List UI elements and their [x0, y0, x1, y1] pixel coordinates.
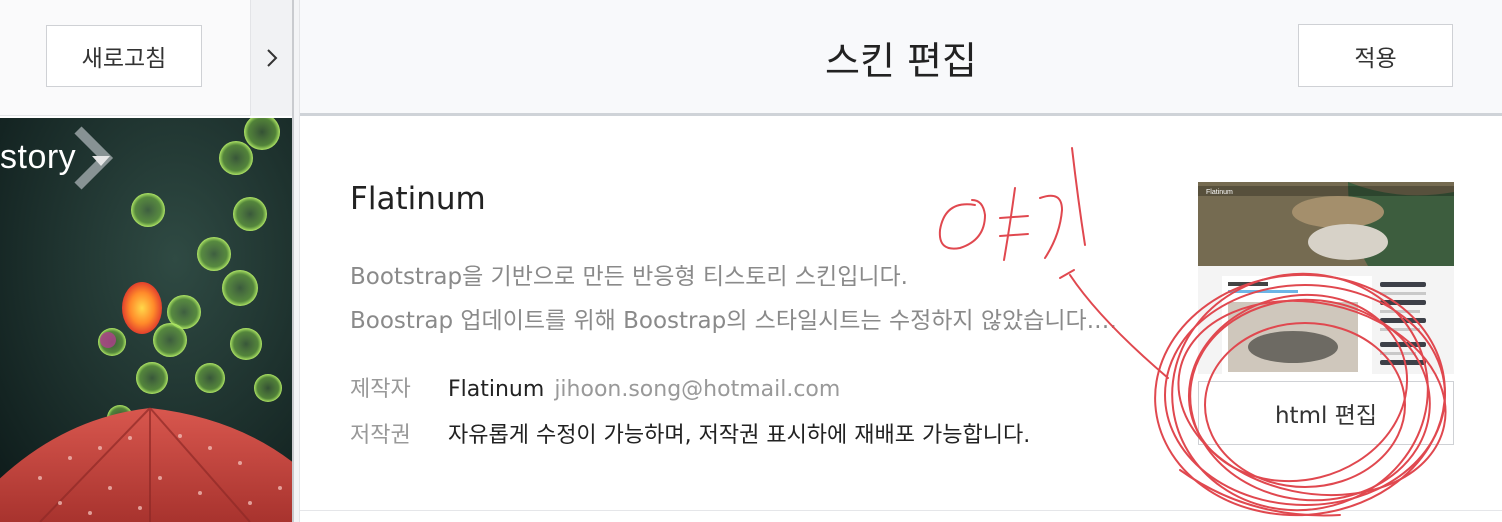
author-label: 제작자 [350, 377, 411, 402]
preview-background-image [0, 118, 292, 522]
svg-text:Flatinum: Flatinum [1206, 189, 1233, 196]
copyright-row: 저작권 자유롭게 수정이 가능하며, 저작권 표시하에 재배포 가능합니다. [350, 417, 1030, 449]
current-skin-card: Flatinum Bootstrap을 기반으로 만든 반응형 티스토리 스킨입… [300, 119, 1502, 511]
chevron-right-icon [266, 49, 277, 67]
refresh-button[interactable]: 새로고침 [46, 25, 202, 87]
author-name: Flatinum [448, 377, 545, 402]
preview-panel: 새로고침 story [0, 0, 292, 522]
collapse-panel-button[interactable] [250, 0, 292, 116]
editor-header: 스킨 편집 적용 [300, 0, 1502, 116]
skin-description-line: Bootstrap을 기반으로 만든 반응형 티스토리 스킨입니다. [350, 264, 908, 290]
preview-blog-logo[interactable]: story [0, 138, 76, 177]
skin-thumbnail: Flatinum [1198, 182, 1454, 374]
skin-thumbnail-image: Flatinum [1198, 182, 1454, 374]
blog-preview[interactable]: story [0, 118, 292, 522]
skin-editor-panel: 스킨 편집 적용 Flatinum Bootstrap을 기반으로 만든 반응형… [300, 0, 1502, 522]
skin-description: Bootstrap을 기반으로 만든 반응형 티스토리 스킨입니다. Boost… [350, 255, 1150, 343]
skin-description-line: Boostrap 업데이트를 위해 Boostrap의 스타일시트는 수정하지 … [350, 308, 1118, 334]
copyright-text: 자유롭게 수정이 가능하며, 저작권 표시하에 재배포 가능합니다. [448, 423, 1031, 448]
author-email: jihoon.song@hotmail.com [554, 377, 841, 402]
author-row: 제작자 Flatinum jihoon.song@hotmail.com [350, 371, 840, 403]
apply-button[interactable]: 적용 [1298, 24, 1453, 87]
edit-html-button[interactable]: html 편집 [1198, 381, 1454, 445]
skin-name: Flatinum [350, 181, 486, 217]
copyright-label: 저작권 [350, 423, 411, 448]
preview-toolbar: 새로고침 [0, 0, 292, 116]
panel-divider[interactable] [292, 0, 300, 522]
